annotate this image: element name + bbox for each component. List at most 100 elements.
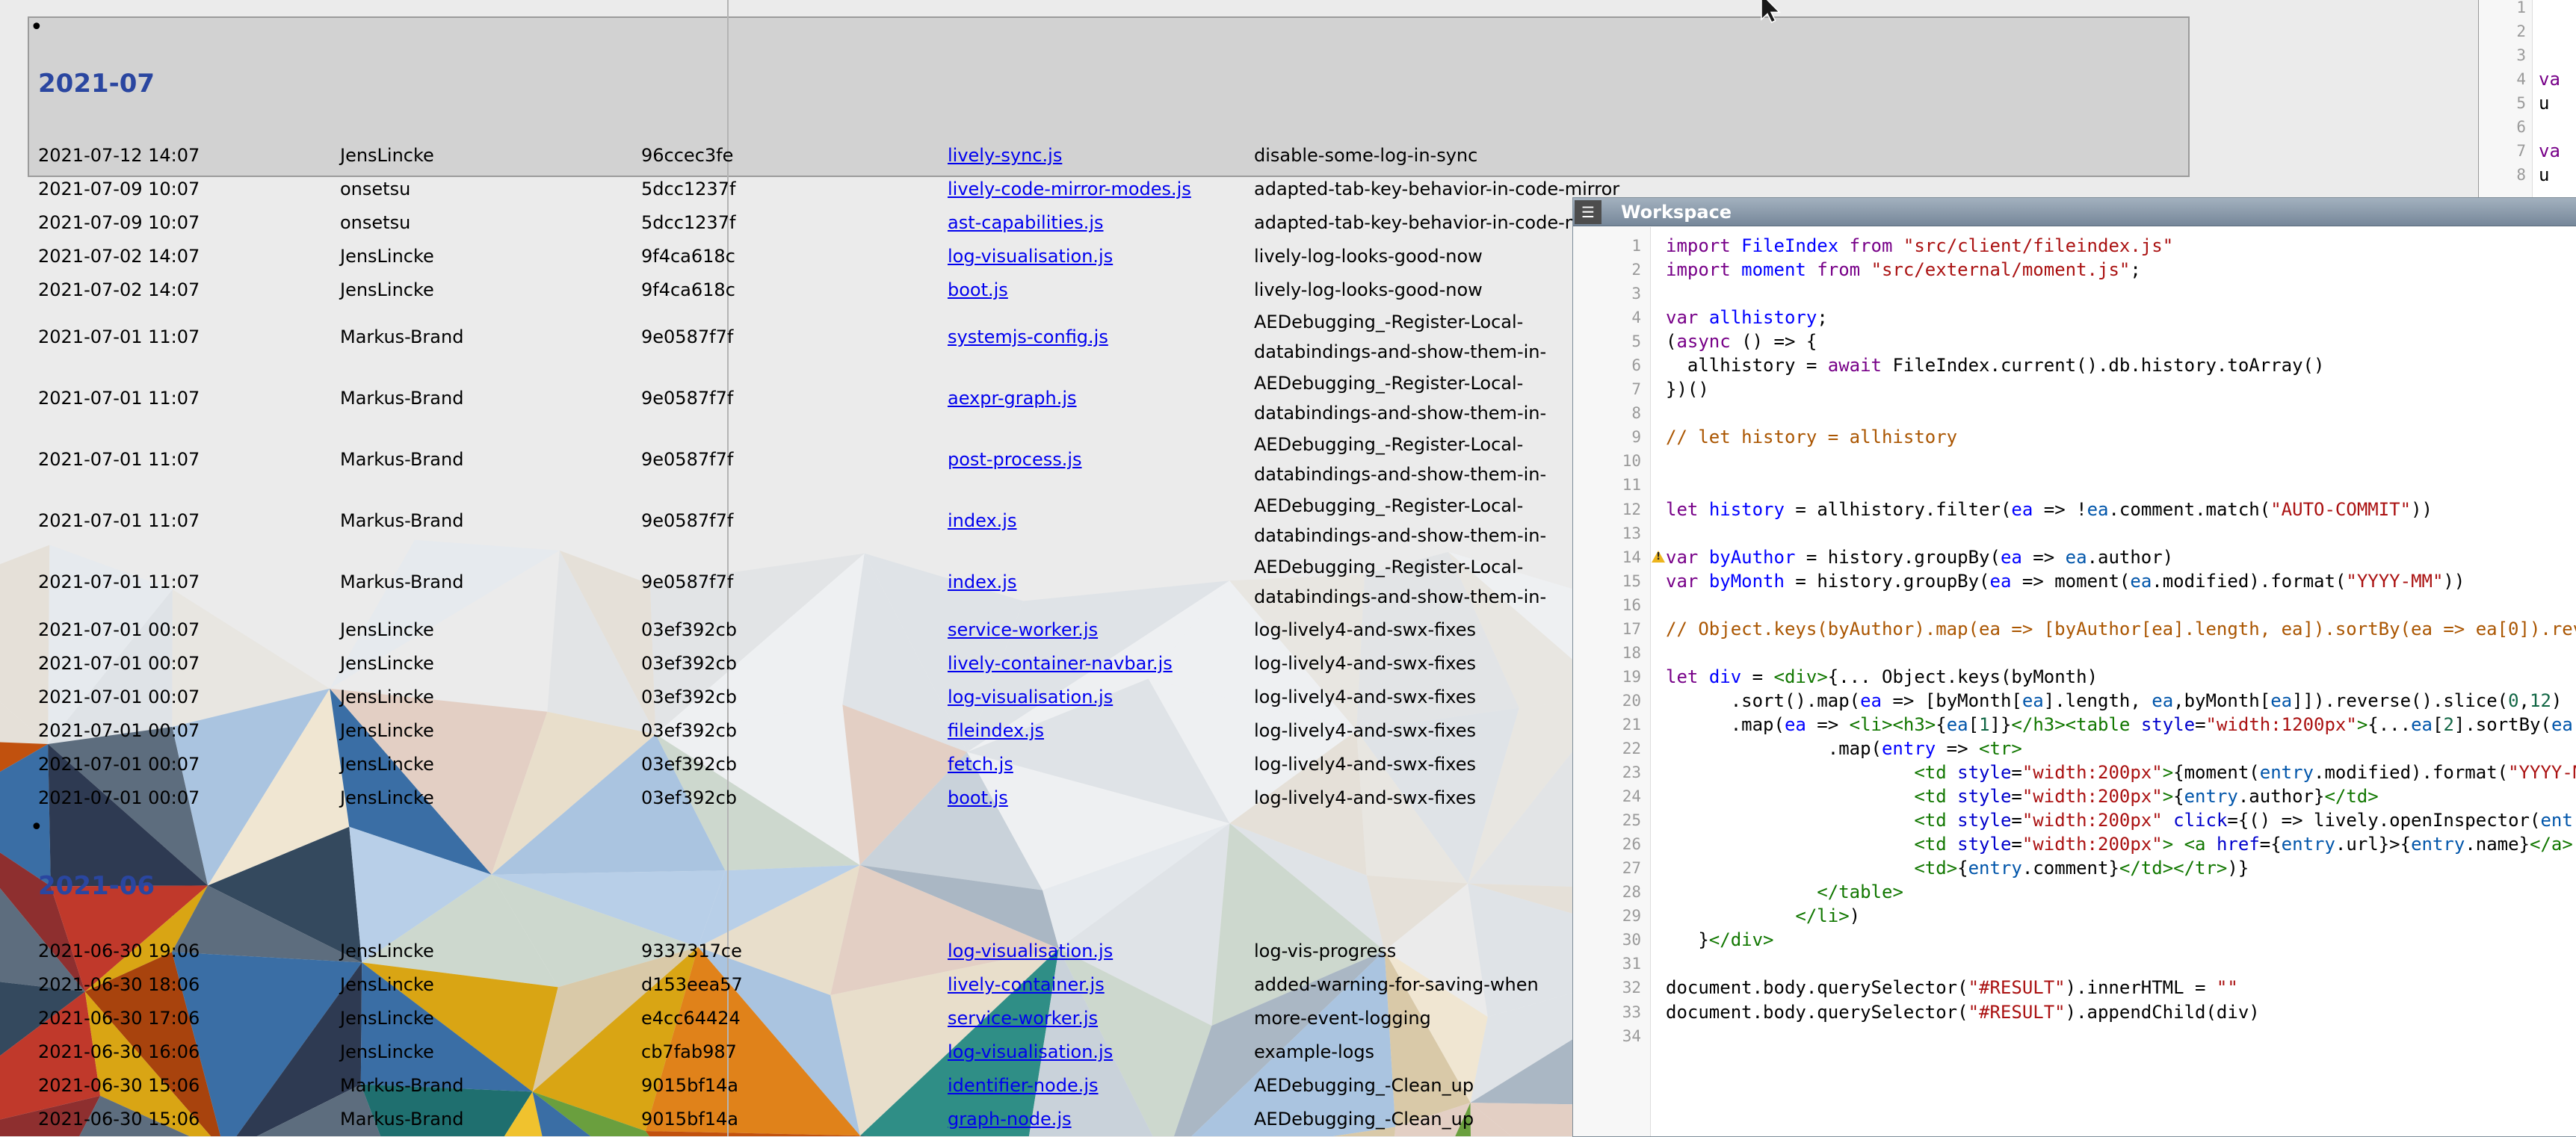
code-editor[interactable]: 1234567891011121314!15161718192021222324… <box>1573 227 2576 1136</box>
file-link[interactable]: identifier-node.js <box>948 1075 1099 1096</box>
code-line[interactable] <box>1666 593 2576 617</box>
file-link[interactable]: log-visualisation.js <box>948 941 1113 961</box>
code-token: .name} <box>2465 834 2530 855</box>
commit-row: 2021-07-01 11:07Markus-Brand9e0587f7fsys… <box>38 306 1717 368</box>
code-line[interactable]: // let history = allhistory <box>1666 425 2576 449</box>
commit-hash: 03ef392cb <box>641 713 948 747</box>
code-line[interactable] <box>2539 19 2560 43</box>
code-token: = <box>2011 810 2021 831</box>
code-line[interactable]: .map(ea => <li><h3>{ea[1]}</h3><table st… <box>1666 713 2576 737</box>
file-link[interactable]: aexpr-graph.js <box>948 388 1077 409</box>
code-line[interactable]: document.body.querySelector("#RESULT").a… <box>1666 1000 2576 1024</box>
code-token: = history.groupBy( <box>1795 547 2001 568</box>
code-line[interactable]: }</div> <box>1666 928 2576 952</box>
code-line[interactable]: // Object.keys(byAuthor).map(ea => [byAu… <box>1666 617 2576 641</box>
code-line[interactable]: var allhistory; <box>1666 306 2576 329</box>
code-line[interactable]: import moment from "src/external/moment.… <box>1666 258 2576 282</box>
file-link[interactable]: lively-sync.js <box>948 145 1062 166</box>
mini-editor-window[interactable]: 12345678 vauvau <box>2478 0 2576 199</box>
code-token: <td <box>1914 762 1946 783</box>
code-line[interactable]: var byMonth = history.groupBy(ea => mome… <box>1666 569 2576 593</box>
code-token: async <box>1676 331 1730 352</box>
code-line[interactable]: va <box>2539 139 2560 163</box>
file-link[interactable]: service-worker.js <box>948 1008 1098 1029</box>
code-line[interactable]: var byAuthor = history.groupBy(ea => ea.… <box>1666 545 2576 569</box>
code-line[interactable] <box>2539 115 2560 139</box>
commit-author: onsetsu <box>340 205 641 239</box>
file-link[interactable]: service-worker.js <box>948 619 1098 640</box>
file-link[interactable]: lively-container.js <box>948 974 1105 995</box>
file-link[interactable]: boot.js <box>948 279 1008 300</box>
file-link[interactable]: post-process.js <box>948 449 1082 470</box>
file-link[interactable]: graph-node.js <box>948 1109 1072 1130</box>
code-token: u <box>2539 164 2549 185</box>
code-line[interactable]: u <box>2539 91 2560 115</box>
code-line[interactable] <box>1666 473 2576 497</box>
file-link[interactable]: log-visualisation.js <box>948 1041 1113 1062</box>
code-line[interactable] <box>1666 1024 2576 1048</box>
file-link[interactable]: log-visualisation.js <box>948 246 1113 267</box>
code-line[interactable]: <td style="width:200px">{entry.author}</… <box>1666 784 2576 808</box>
code-line[interactable]: let history = allhistory.filter(ea => !e… <box>1666 498 2576 521</box>
commit-author: Markus-Brand <box>340 306 641 368</box>
code-line[interactable]: </table> <box>1666 880 2576 904</box>
file-link[interactable]: lively-container-navbar.js <box>948 653 1173 674</box>
code-line[interactable]: <td style="width:200px" click={() => liv… <box>1666 808 2576 832</box>
file-link[interactable]: boot.js <box>948 787 1008 808</box>
code-line[interactable]: u <box>2539 163 2560 187</box>
code-token: from <box>1817 259 1860 280</box>
commit-row: 2021-07-12 14:07JensLincke96ccec3felivel… <box>38 138 1717 172</box>
code-line[interactable]: document.body.querySelector("#RESULT").i… <box>1666 976 2576 1000</box>
mini-code-lines[interactable]: vauvau <box>2539 0 2560 187</box>
code-line[interactable] <box>1666 641 2576 665</box>
code-token: ea <box>1947 714 1968 735</box>
code-line[interactable]: (async () => { <box>1666 329 2576 353</box>
code-line[interactable] <box>1666 282 2576 306</box>
code-line[interactable]: .sort().map(ea => [byMonth[ea].length, e… <box>1666 689 2576 713</box>
workspace-titlebar[interactable]: ☰ Workspace <box>1573 198 2576 226</box>
line-number: 27 <box>1573 856 1650 880</box>
file-link[interactable]: fileindex.js <box>948 720 1044 741</box>
file-link[interactable]: lively-code-mirror-modes.js <box>948 179 1191 199</box>
code-token: .comment} <box>2022 858 2119 879</box>
code-token: .author} <box>2238 786 2325 807</box>
file-link[interactable]: index.js <box>948 510 1016 531</box>
code-token: = <box>1741 666 1773 687</box>
file-link[interactable]: index.js <box>948 571 1016 592</box>
commit-row: 2021-06-30 15:06Markus-Brand9015bf14agra… <box>38 1102 1717 1136</box>
code-line[interactable]: <td>{entry.comment}</td></tr>)} <box>1666 856 2576 880</box>
code-line[interactable] <box>1666 952 2576 976</box>
code-line[interactable]: va <box>2539 67 2560 91</box>
file-link[interactable]: systemjs-config.js <box>948 326 1108 347</box>
code-line[interactable] <box>1666 521 2576 545</box>
line-number: 6 <box>2479 115 2532 139</box>
window-menu-button[interactable]: ☰ <box>1575 200 1601 224</box>
file-link[interactable]: log-visualisation.js <box>948 687 1113 707</box>
code-token: [ <box>2433 714 2443 735</box>
code-token: import <box>1666 235 1731 256</box>
commit-date: 2021-07-01 00:07 <box>38 613 340 646</box>
code-token: <li><h3> <box>1850 714 1936 735</box>
commit-date: 2021-06-30 19:06 <box>38 934 340 967</box>
code-line[interactable]: let div = <div>{... Object.keys(byMonth) <box>1666 665 2576 689</box>
code-line[interactable]: <td style="width:200px"> <a href={entry.… <box>1666 832 2576 856</box>
code-line[interactable]: allhistory = await FileIndex.current().d… <box>1666 353 2576 377</box>
code-token: var <box>1666 547 1698 568</box>
code-line[interactable] <box>1666 449 2576 473</box>
code-line[interactable] <box>1666 401 2576 425</box>
file-link[interactable]: ast-capabilities.js <box>948 212 1104 233</box>
code-token: "AUTO-COMMIT" <box>2270 499 2411 520</box>
code-lines[interactable]: import FileIndex from "src/client/filein… <box>1652 227 2576 1136</box>
code-line[interactable] <box>2539 0 2560 19</box>
code-token: "width:200px" <box>2022 810 2163 831</box>
code-line[interactable] <box>2539 43 2560 67</box>
code-token: "src/external/moment.js" <box>1871 259 2131 280</box>
code-token: <a <box>2184 834 2206 855</box>
code-line[interactable]: .map(entry => <tr> <box>1666 737 2576 760</box>
code-line[interactable]: })() <box>1666 377 2576 401</box>
file-link[interactable]: fetch.js <box>948 754 1013 775</box>
line-number: 34 <box>1573 1024 1650 1048</box>
code-line[interactable]: import FileIndex from "src/client/filein… <box>1666 234 2576 258</box>
code-line[interactable]: <td style="width:200px">{moment(entry.mo… <box>1666 760 2576 784</box>
code-line[interactable]: </li>) <box>1666 904 2576 928</box>
